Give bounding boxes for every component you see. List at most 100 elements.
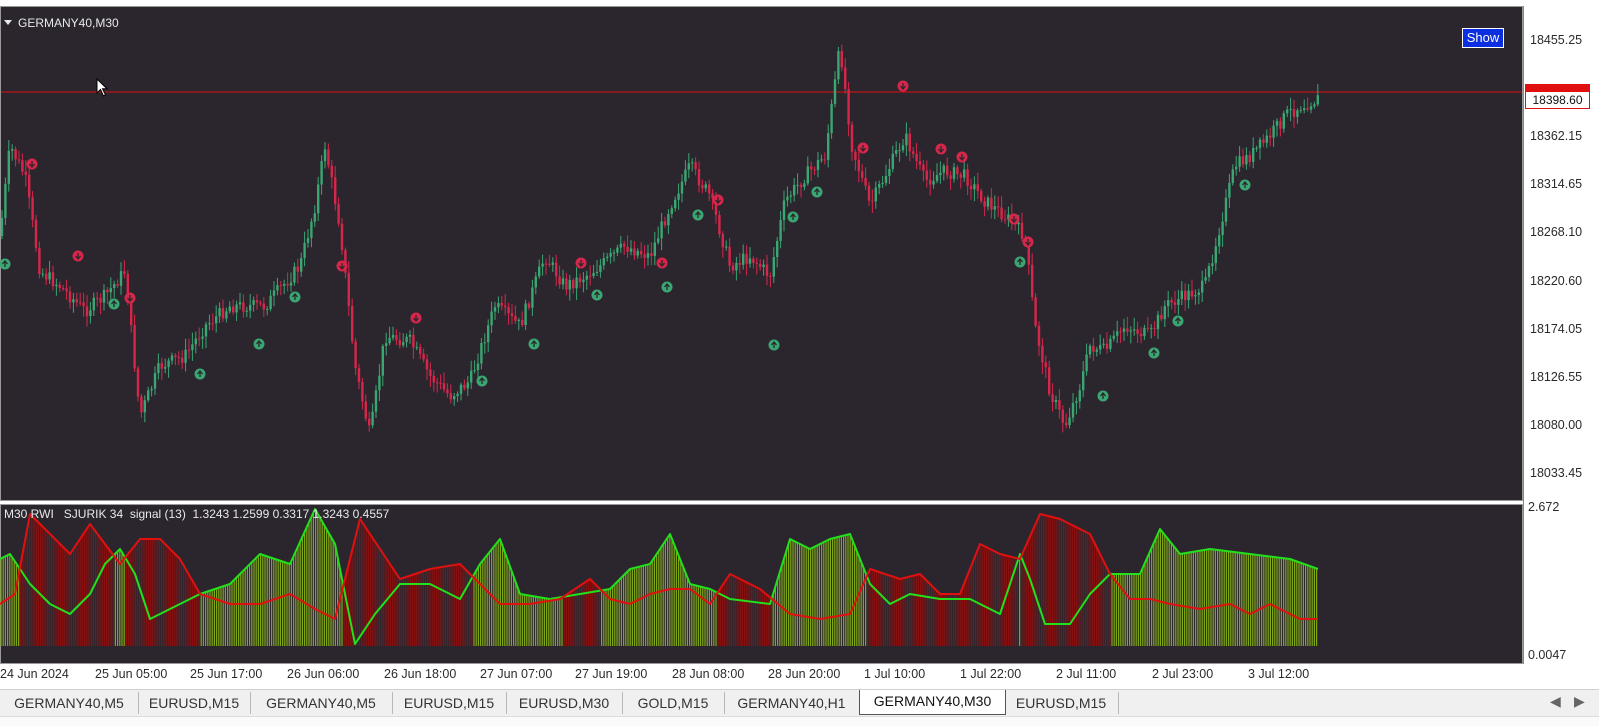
- tab[interactable]: GERMANY40,M5: [0, 692, 139, 714]
- candle-body: [147, 390, 150, 401]
- candle-body: [701, 185, 704, 189]
- candle-body: [609, 252, 612, 257]
- candle-body: [1078, 390, 1081, 402]
- candle: [1061, 405, 1064, 433]
- candle: [643, 245, 646, 269]
- candle: [1071, 393, 1075, 423]
- buy-arrow-icon: [787, 211, 799, 223]
- candle: [572, 278, 575, 294]
- candle-body: [385, 343, 388, 347]
- candle-body: [745, 253, 748, 264]
- candle: [789, 190, 792, 204]
- candle-body: [408, 334, 412, 337]
- candle-body: [368, 418, 371, 426]
- candle: [616, 244, 619, 257]
- candle-body: [272, 290, 276, 296]
- candle: [1051, 383, 1054, 412]
- candle-body: [58, 284, 61, 288]
- candle: [1269, 127, 1272, 147]
- candle-body: [1299, 110, 1302, 112]
- candle: [82, 292, 85, 317]
- price-chart[interactable]: GERMANY40,M30 Show: [0, 6, 1523, 501]
- candle-body: [473, 370, 476, 372]
- candle-body: [1150, 328, 1153, 330]
- candle: [606, 252, 609, 262]
- candle: [123, 260, 126, 279]
- candle: [915, 143, 918, 170]
- candle-body: [776, 240, 779, 258]
- candle-body: [300, 258, 303, 272]
- rwi-indicator-plot[interactable]: [0, 504, 1523, 664]
- time-axis-label: 27 Jun 07:00: [480, 667, 553, 681]
- candle: [1313, 101, 1316, 109]
- rwi-indicator-pane[interactable]: M30 RWI SJURIK 34 signal (13) 1.3243 1.2…: [0, 504, 1523, 664]
- tab[interactable]: EURUSD,M15: [138, 692, 251, 714]
- candle: [262, 297, 265, 317]
- candle: [136, 365, 140, 402]
- candle-body: [1224, 197, 1228, 222]
- time-axis-label: 28 Jun 08:00: [672, 667, 745, 681]
- candle: [551, 257, 554, 272]
- candle: [201, 328, 204, 350]
- tab[interactable]: GOLD,M15: [622, 692, 725, 714]
- candle: [898, 143, 901, 162]
- candle: [1160, 306, 1163, 322]
- candle: [776, 237, 779, 268]
- tab[interactable]: EURUSD,M15: [1004, 692, 1119, 714]
- candle-body: [453, 396, 456, 400]
- show-button[interactable]: Show: [1462, 28, 1504, 48]
- candle: [541, 254, 544, 276]
- candle: [140, 393, 143, 418]
- tab[interactable]: EURUSD,M30: [506, 692, 623, 714]
- candle-body: [878, 184, 881, 188]
- candle-body: [198, 338, 201, 340]
- candle: [568, 274, 571, 301]
- candle-body: [725, 246, 728, 248]
- candle-body: [68, 291, 72, 303]
- candle-body: [259, 302, 262, 304]
- candle-body: [986, 197, 990, 207]
- tab[interactable]: GERMANY40,M5: [250, 692, 393, 714]
- tab[interactable]: GERMANY40,H1: [724, 692, 860, 714]
- price-axis-label: 18362.15: [1530, 129, 1583, 143]
- candle: [939, 161, 942, 184]
- candle: [946, 157, 949, 180]
- candle-body: [772, 257, 775, 277]
- candle-body: [796, 184, 799, 186]
- candle: [106, 286, 109, 305]
- buy-arrow-icon: [591, 289, 603, 301]
- candle-body: [266, 309, 269, 311]
- candle: [738, 252, 741, 274]
- candle-body: [303, 242, 306, 259]
- candle: [191, 332, 194, 361]
- candle: [660, 212, 663, 251]
- candle-body: [636, 250, 639, 256]
- candle: [225, 307, 228, 323]
- candle-body: [1309, 106, 1313, 110]
- candlestick-plot[interactable]: [0, 6, 1523, 501]
- candle-body: [289, 282, 293, 286]
- candle-body: [459, 384, 463, 394]
- candle: [300, 252, 303, 277]
- candle: [1228, 173, 1231, 208]
- candle: [1058, 389, 1061, 419]
- candle: [565, 273, 568, 296]
- tab-active[interactable]: GERMANY40,M30: [859, 690, 1006, 715]
- candle: [959, 172, 962, 189]
- candle: [1126, 316, 1129, 337]
- candle-body: [1292, 109, 1296, 117]
- candle-body: [487, 325, 490, 343]
- candle-body: [449, 393, 452, 400]
- candle: [296, 258, 299, 284]
- candle-body: [517, 319, 520, 321]
- candle-body: [1228, 182, 1231, 198]
- scroll-left-icon[interactable]: ◀: [1550, 693, 1561, 710]
- candle-body: [708, 184, 711, 194]
- candle: [388, 326, 391, 346]
- collapse-triangle-icon[interactable]: [4, 20, 12, 25]
- candle-body: [541, 263, 544, 267]
- scroll-right-icon[interactable]: ▶: [1574, 693, 1585, 710]
- candle-body: [538, 266, 541, 277]
- tab[interactable]: EURUSD,M15: [392, 692, 507, 714]
- chart-tab-bar: GERMANY40,M5 EURUSD,M15 GERMANY40,M5 EURUSD…: [0, 689, 1599, 716]
